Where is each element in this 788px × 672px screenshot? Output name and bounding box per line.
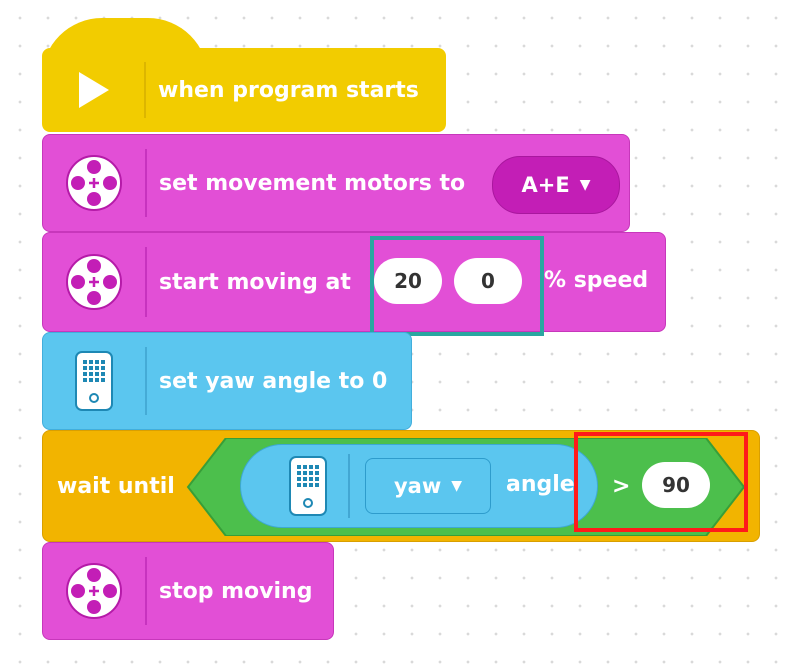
chevron-down-icon: ▼ xyxy=(579,177,591,193)
block-label: wait until xyxy=(57,473,175,499)
block-divider xyxy=(144,62,146,118)
motor-port-dropdown[interactable]: A+E ▼ xyxy=(492,156,620,214)
stop-moving-block[interactable]: stop moving xyxy=(42,542,334,640)
red-highlight-box xyxy=(574,432,748,532)
speed-unit-label: % speed xyxy=(544,268,649,293)
chevron-down-icon: ▼ xyxy=(451,478,463,494)
block-label: set yaw angle to 0 xyxy=(159,368,388,394)
teal-highlight-box xyxy=(370,236,544,336)
set-yaw-angle-block[interactable]: set yaw angle to 0 xyxy=(42,332,412,430)
motor-icon xyxy=(43,135,145,231)
motor-icon xyxy=(43,543,145,639)
block-divider xyxy=(145,557,147,625)
block-divider xyxy=(145,247,147,317)
when-program-starts-block[interactable]: when program starts xyxy=(42,48,446,132)
block-label: stop moving xyxy=(159,578,313,604)
block-label: set movement motors to xyxy=(159,170,466,196)
hub-icon xyxy=(43,333,145,429)
block-divider xyxy=(348,454,350,518)
hub-icon xyxy=(270,448,346,524)
yaw-axis-dropdown[interactable]: yaw ▼ xyxy=(365,458,491,514)
block-divider xyxy=(145,149,147,217)
angle-label: angle xyxy=(506,472,575,497)
axis-value: yaw xyxy=(393,474,442,498)
block-label: start moving at xyxy=(159,269,351,295)
motor-port-value: A+E xyxy=(521,173,570,197)
motor-icon xyxy=(43,233,145,331)
block-divider xyxy=(145,347,147,415)
play-icon xyxy=(42,48,144,132)
block-label: when program starts xyxy=(158,77,419,103)
